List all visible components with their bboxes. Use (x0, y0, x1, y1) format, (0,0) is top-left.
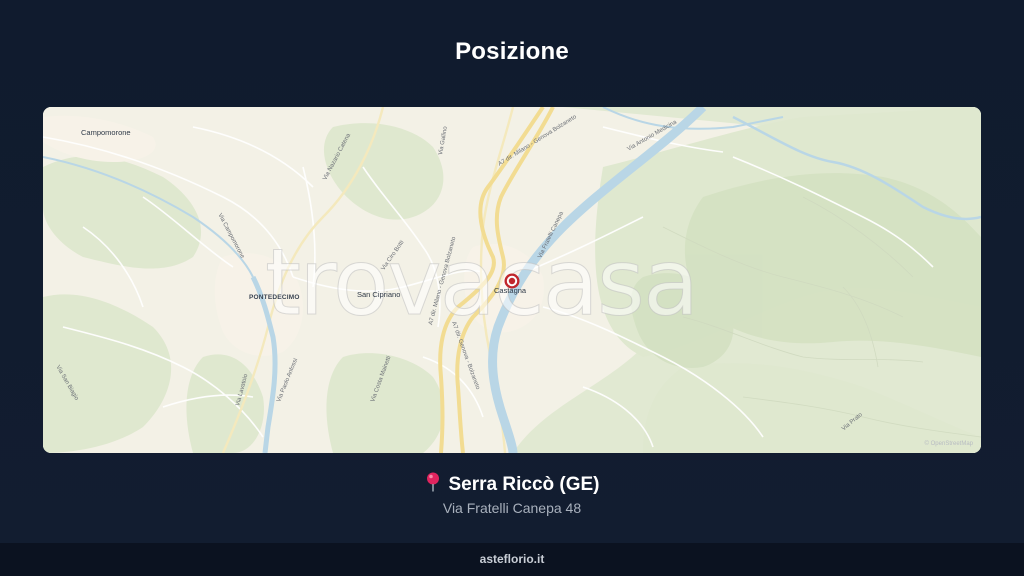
location-heading: Serra Riccò (GE) (0, 472, 1024, 498)
map-label-campomorone: Campomorone (81, 128, 131, 137)
map-attribution[interactable]: © OpenStreetMap (925, 441, 973, 447)
page-title: Posizione (455, 38, 569, 65)
footer-site-link[interactable]: asteflorio.it (480, 552, 545, 566)
location-map[interactable]: trovacasa Campomorone PONTEDECIMO San Ci… (43, 107, 981, 453)
location-marker-icon[interactable] (504, 273, 520, 289)
footer-bar: asteflorio.it (0, 543, 1024, 576)
location-name: Serra Riccò (GE) (448, 474, 600, 495)
location-address: Via Fratelli Canepa 48 (442, 500, 582, 516)
map-label-san-cipriano: San Cipriano (357, 290, 401, 299)
watermark-text: trovacasa (264, 229, 699, 337)
round-pushpin-icon (425, 472, 441, 498)
map-label-pontedecimo: PONTEDECIMO (249, 294, 300, 301)
